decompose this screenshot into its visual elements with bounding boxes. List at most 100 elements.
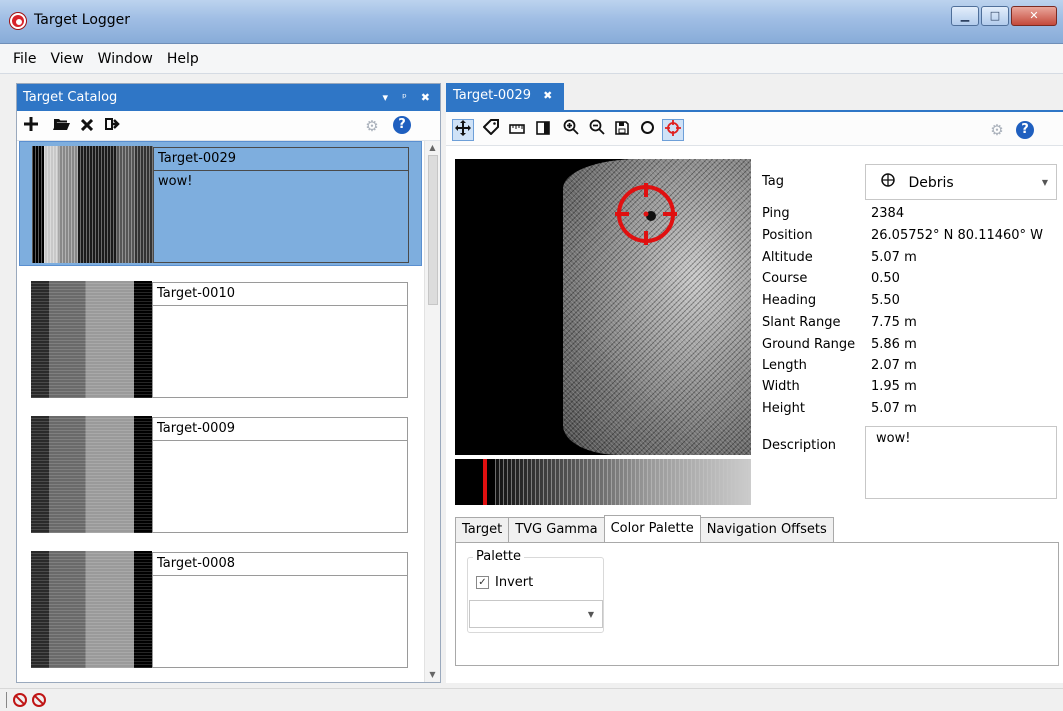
target-description-field[interactable] xyxy=(152,441,408,533)
catalog-title: Target Catalog xyxy=(23,90,118,105)
course-label: Course xyxy=(762,271,808,286)
gear-icon[interactable]: ⚙ xyxy=(362,116,382,136)
list-item[interactable]: Target-0009 xyxy=(19,412,422,537)
catalog-toolbar: ⚙ ? xyxy=(17,111,440,141)
close-tab-icon[interactable]: ✖ xyxy=(543,89,552,102)
menu-file[interactable]: File xyxy=(6,51,43,67)
target-description-field[interactable]: wow! xyxy=(153,171,409,263)
ping-value: 2384 xyxy=(871,206,905,221)
target-reticle-icon[interactable] xyxy=(615,183,677,245)
ping-label: Ping xyxy=(762,206,790,221)
heading-label: Heading xyxy=(762,293,817,308)
tab-target[interactable]: Target xyxy=(455,517,510,543)
tab-target-0029[interactable]: Target-0029 ✖ xyxy=(446,83,564,110)
ground-range-value: 5.86 m xyxy=(871,337,917,352)
menu-window[interactable]: Window xyxy=(91,51,160,67)
tag-dropdown[interactable]: Debris ▼ xyxy=(865,164,1057,200)
doc-tab-label: Target-0029 xyxy=(453,88,531,103)
status-bar xyxy=(0,688,1063,711)
maximize-button[interactable]: □ xyxy=(981,6,1009,26)
tag-label: Tag xyxy=(762,174,785,189)
chevron-down-icon: ▼ xyxy=(1041,178,1048,187)
menu-help[interactable]: Help xyxy=(160,51,206,67)
tag-icon[interactable] xyxy=(480,119,502,141)
save-icon[interactable] xyxy=(611,119,633,141)
description-label: Description xyxy=(762,438,837,453)
open-folder-icon[interactable] xyxy=(51,116,71,136)
add-icon[interactable] xyxy=(21,116,41,136)
panel-menu-icon[interactable]: ▾ xyxy=(383,91,389,104)
invert-label: Invert xyxy=(495,575,534,590)
invert-checkbox[interactable]: ✓ Invert xyxy=(476,575,533,590)
list-item[interactable]: Target-0010 xyxy=(19,277,422,402)
gear-icon[interactable]: ⚙ xyxy=(986,119,1008,141)
target-name-field[interactable]: Target-0010 xyxy=(152,282,408,306)
target-description-field[interactable] xyxy=(152,576,408,668)
disconnected-icon[interactable] xyxy=(32,693,46,707)
length-value: 2.07 m xyxy=(871,358,917,373)
width-value: 1.95 m xyxy=(871,379,917,394)
heading-value: 5.50 xyxy=(871,293,900,308)
sonar-image[interactable] xyxy=(455,159,751,455)
catalog-scrollbar[interactable]: ▲ ▼ xyxy=(424,141,440,682)
list-item[interactable]: Target-0029 wow! xyxy=(19,141,422,266)
scroll-down-arrow-icon[interactable]: ▼ xyxy=(427,669,438,681)
slant-range-label: Slant Range xyxy=(762,315,841,330)
height-label: Height xyxy=(762,401,805,416)
scroll-thumb[interactable] xyxy=(428,155,438,305)
target-name-field[interactable]: Target-0029 xyxy=(153,147,409,171)
target-list: Target-0029 wow! Target-0010 Target-0009… xyxy=(17,141,424,682)
settings-tabs: Target TVG Gamma Color Palette Navigatio… xyxy=(455,515,834,543)
pan-icon[interactable] xyxy=(452,119,474,141)
close-button[interactable]: ✕ xyxy=(1011,6,1057,26)
target-catalog-panel: Target Catalog ▾ ᵖ ✖ ⚙ ? Target-0029 wow… xyxy=(16,83,441,683)
palette-dropdown[interactable]: ▼ xyxy=(469,600,603,628)
crosshair-icon[interactable] xyxy=(662,119,684,141)
menu-view[interactable]: View xyxy=(43,51,90,67)
scroll-up-arrow-icon[interactable]: ▲ xyxy=(427,142,438,154)
position-label: Position xyxy=(762,228,813,243)
window-title: Target Logger xyxy=(34,12,131,28)
export-icon[interactable] xyxy=(102,116,122,136)
color-palette-panel: Palette ✓ Invert ▼ xyxy=(455,542,1059,666)
help-icon[interactable]: ? xyxy=(1016,119,1038,141)
zoom-out-icon[interactable] xyxy=(586,119,608,141)
target-document: ⚙ ? Tag Debris ▼ Ping 2384 Position 26.0… xyxy=(446,110,1063,683)
close-panel-icon[interactable]: ✖ xyxy=(421,91,430,104)
help-icon[interactable]: ? xyxy=(393,116,413,136)
tab-navigation-offsets[interactable]: Navigation Offsets xyxy=(699,517,834,543)
rotate-icon[interactable] xyxy=(636,119,658,141)
crosshair-target-icon xyxy=(880,173,896,191)
ruler-icon[interactable] xyxy=(506,119,528,141)
palette-group-title: Palette xyxy=(473,549,525,564)
sonar-thumbnail xyxy=(31,551,152,668)
description-field[interactable]: wow! xyxy=(865,426,1057,499)
panel-toggle-icon[interactable] xyxy=(532,119,554,141)
target-name-field[interactable]: Target-0008 xyxy=(152,552,408,576)
list-item[interactable]: Target-0008 xyxy=(19,547,422,672)
pin-icon[interactable]: ᵖ xyxy=(402,91,407,104)
checkmark-icon[interactable]: ✓ xyxy=(476,576,489,589)
position-value: 26.05752° N 80.11460° W xyxy=(871,228,1044,243)
tab-color-palette[interactable]: Color Palette xyxy=(603,515,701,543)
delete-icon[interactable] xyxy=(77,116,97,136)
viewer-toolbar: ⚙ ? xyxy=(446,112,1063,146)
disconnected-icon[interactable] xyxy=(13,693,27,707)
minimize-button[interactable]: ▁ xyxy=(951,6,979,26)
zoom-in-icon[interactable] xyxy=(560,119,582,141)
target-description-field[interactable] xyxy=(152,306,408,398)
tab-tvg-gamma[interactable]: TVG Gamma xyxy=(508,517,605,543)
menu-bar: File View Window Help xyxy=(0,44,1063,74)
sonar-thumbnail xyxy=(31,416,152,533)
sonar-waterfall-strip[interactable] xyxy=(455,459,751,505)
ground-range-label: Ground Range xyxy=(762,337,856,352)
slant-range-value: 7.75 m xyxy=(871,315,917,330)
target-name-field[interactable]: Target-0009 xyxy=(152,417,408,441)
palette-group: Palette ✓ Invert ▼ xyxy=(467,549,604,633)
height-value: 5.07 m xyxy=(871,401,917,416)
altitude-label: Altitude xyxy=(762,250,813,265)
altitude-value: 5.07 m xyxy=(871,250,917,265)
title-bar: Target Logger ▁ □ ✕ xyxy=(0,0,1063,44)
chevron-down-icon: ▼ xyxy=(587,610,594,619)
length-label: Length xyxy=(762,358,807,373)
